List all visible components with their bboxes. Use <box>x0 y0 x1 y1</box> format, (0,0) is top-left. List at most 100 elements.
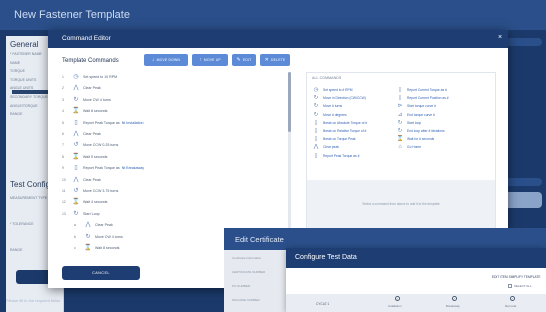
command-type-icon: ⋀ <box>73 85 79 92</box>
command-text: Report Current Position as # <box>407 96 449 101</box>
section-general-heading: General <box>10 40 39 49</box>
command-type-icon: ▯ <box>314 152 318 159</box>
command-number: b <box>74 234 76 239</box>
command-type-icon: ▯ <box>314 136 318 143</box>
command-type-icon: ⊳ <box>397 103 403 110</box>
command-number: c <box>74 246 76 250</box>
configure-test-data-title: Configure Test Data <box>295 254 357 261</box>
template-command-row[interactable]: b ↻ Move CW 4 turns <box>74 232 123 242</box>
template-command-row[interactable]: 1 ◷ Set speed to 10 RPM <box>62 72 117 82</box>
template-command-row[interactable]: 9 ▯ Report Peak Torque as Nt Breakaway <box>62 163 144 173</box>
all-command-item[interactable]: ▯ Report Current Position as # <box>396 94 449 102</box>
command-text: Move in Direction (CW/CCW) <box>323 96 366 101</box>
template-command-row[interactable]: a ⋀ Clear Peak <box>74 220 113 230</box>
command-type-icon: ⌛ <box>84 245 92 251</box>
command-number: 4 <box>62 109 64 114</box>
template-command-row[interactable]: 3 ↻ Move CW 4 turns <box>62 95 111 105</box>
all-command-item[interactable]: ↻ Move # turns <box>312 102 342 110</box>
all-command-item[interactable]: ⋀ Clear peak <box>312 143 339 151</box>
select-all-checkbox[interactable] <box>508 284 512 288</box>
all-command-item[interactable]: ⊿ End torque curve # <box>396 111 435 119</box>
command-text: Start loop <box>407 120 422 125</box>
command-text: Report Peak Torque as <box>83 166 120 171</box>
command-type-icon: ⌛ <box>72 199 80 206</box>
cancel-button[interactable]: CANCEL <box>62 266 140 280</box>
template-list-scroll-thumb[interactable] <box>288 72 291 132</box>
command-type-icon: ↻ <box>73 210 79 217</box>
template-command-row[interactable]: 13 ↻ Start Loop <box>62 209 100 219</box>
template-command-row[interactable]: 11 ↺ Move CCW 3.75 turns <box>62 186 118 196</box>
arrow-up-icon: ↑ <box>199 56 202 63</box>
template-command-row[interactable]: 6 ⋀ Clear Peak <box>62 129 101 139</box>
template-command-row[interactable]: 5 ▯ Report Peak Torque as Nt Installation <box>62 118 143 128</box>
background-action-button[interactable] <box>506 38 542 46</box>
command-type-icon: ⋀ <box>73 176 79 183</box>
certificate-field-label: Certificate Information <box>232 256 262 260</box>
command-text: End torque curve # <box>407 112 435 117</box>
command-text: Break on Absolute Torque of # <box>323 120 368 125</box>
command-text: Wait for # seconds <box>407 137 435 142</box>
edit-certificate-title: Edit Certificate <box>235 235 284 244</box>
template-command-row[interactable]: 8 ⌛ Wait 5 seconds <box>62 152 107 162</box>
template-command-row[interactable]: 7 ↺ Move CCW 0.25 turns <box>62 140 118 150</box>
command-type-icon: ▯ <box>398 95 402 102</box>
breakaway-column-label: Breakaway <box>446 304 460 308</box>
command-type-icon: ↻ <box>73 96 79 103</box>
template-command-row[interactable]: 10 ⋀ Clear Peak <box>62 175 101 185</box>
move-down-button[interactable]: ↓ MOVE DOWN <box>144 54 188 66</box>
template-command-row[interactable]: 4 ⌛ Wait 8 seconds <box>62 106 107 116</box>
select-all-label: SELECT ALL <box>514 284 532 288</box>
command-type-icon: ▯ <box>74 165 78 172</box>
report-name-link[interactable]: Nt Installation <box>122 121 144 125</box>
command-text: Wait 5 seconds <box>83 154 108 159</box>
all-command-item[interactable]: ▯ Report Current Torque as # <box>396 86 446 94</box>
all-command-item[interactable]: ↻ Start loop <box>396 119 421 127</box>
command-number: 9 <box>62 166 64 171</box>
command-type-icon: ⌛ <box>396 136 404 143</box>
move-down-label: MOVE DOWN <box>156 58 181 62</box>
all-command-item[interactable]: ▯ Report Peak Torque as # <box>312 152 359 160</box>
all-command-item[interactable]: ▯ Break on Torque Peak <box>312 135 355 143</box>
close-icon[interactable]: × <box>496 34 504 42</box>
all-command-item[interactable]: ▯ Break on Absolute Torque of # <box>312 119 367 127</box>
certificate-field-label: MACHINE NUMBER <box>232 298 260 302</box>
form-field-label: TORQUE <box>10 69 25 74</box>
template-command-row[interactable]: 12 ⌛ Wait 4 seconds <box>62 197 107 207</box>
all-command-item[interactable]: ⌂ Go Home <box>396 143 421 151</box>
command-text: Wait 8 seconds <box>95 246 120 250</box>
delete-button[interactable]: ✕ DELETE <box>260 54 290 66</box>
form-field-label: * FASTENER NAME <box>10 52 42 56</box>
all-command-item[interactable]: ▯ Break on Relative Torque of # <box>312 127 366 135</box>
all-command-item[interactable]: ↻ End loop after # iterations <box>396 127 445 135</box>
all-command-item[interactable]: ⌛ Wait for # seconds <box>396 135 435 143</box>
edit-button[interactable]: ✎ EDIT <box>232 54 256 66</box>
command-editor-title: Command Editor <box>62 35 111 42</box>
installation-check-icon[interactable]: ✓ <box>395 296 400 301</box>
all-command-item[interactable]: ↻ Move # degrees <box>312 111 347 119</box>
command-number: 11 <box>62 189 66 193</box>
all-command-item[interactable]: ↻ Move in Direction (CW/CCW) <box>312 94 366 102</box>
command-text: Clear Peak <box>83 177 101 182</box>
command-number: 3 <box>62 97 64 102</box>
move-up-button[interactable]: ↑ MOVE UP <box>192 54 228 66</box>
command-text: Move CCW 0.25 turns <box>83 143 119 148</box>
background-footer-note: Please fill in the required fields <box>6 298 61 303</box>
command-number: 7 <box>62 143 64 148</box>
removal-check-icon[interactable]: ✓ <box>510 296 515 301</box>
template-command-row[interactable]: c ⌛ Wait 8 seconds <box>74 243 119 253</box>
breakaway-check-icon[interactable]: ✓ <box>452 296 457 301</box>
form-field-label: RANGE <box>10 248 23 252</box>
form-field-label: NAME <box>10 60 21 65</box>
command-type-icon: ▯ <box>314 119 318 126</box>
all-command-item[interactable]: ⊳ Start torque curve # <box>396 102 436 110</box>
edit-template-link[interactable]: EDIT ITEM SIMPLIFY TEMPLATE <box>492 275 540 279</box>
all-command-item[interactable]: ◷ Set speed to # RPM <box>312 86 353 94</box>
pencil-icon: ✎ <box>236 56 241 63</box>
report-name-link[interactable]: Nt Breakaway <box>122 166 144 170</box>
template-command-row[interactable]: 2 ⋀ Clear Peak <box>62 83 101 93</box>
command-type-icon: ▯ <box>74 119 78 126</box>
command-type-icon: ↻ <box>397 119 403 126</box>
move-up-label: MOVE UP <box>203 58 221 62</box>
command-number: 12 <box>62 200 66 205</box>
command-type-icon: ↻ <box>313 111 319 118</box>
